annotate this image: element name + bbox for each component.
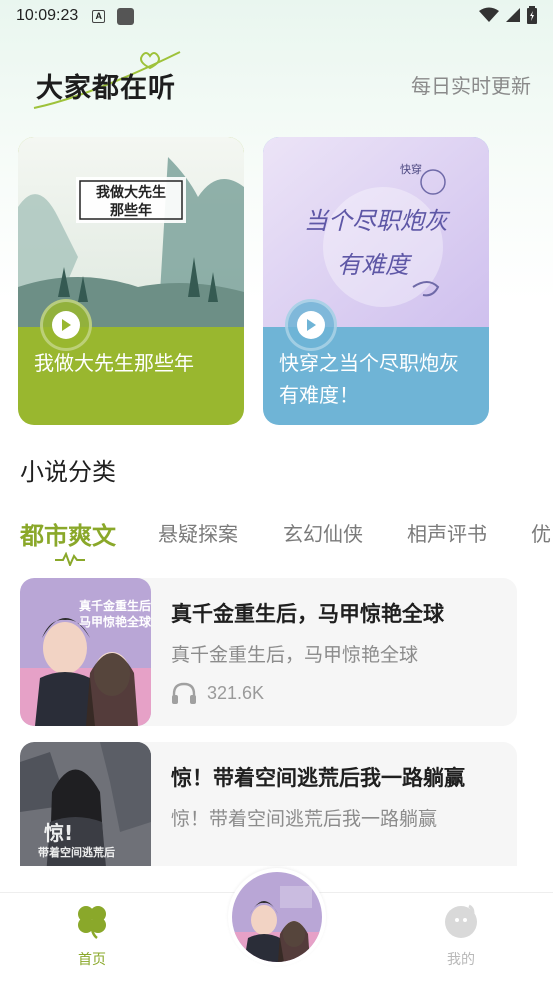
book-cover-line-2: 带着空间逃荒后 [38,845,115,859]
tab-mystery[interactable]: 悬疑探案 [158,518,238,547]
page-title: 大家都在听 [36,73,176,104]
book-description: 真千金重生后，马甲惊艳全球 [171,644,419,666]
book-cover-line-2: 马甲惊艳全球 [79,614,151,629]
clover-icon [78,906,106,939]
battery-icon [527,6,537,24]
status-time: 10:09:23 [16,7,79,24]
book-description: 惊！带着空间逃荒后我一路躺赢 [171,808,438,830]
tab-more[interactable]: 优 [531,518,551,547]
status-bar: 10:09:23 A [0,0,553,32]
play-icon [62,319,71,331]
section-title: 小说分类 [20,458,116,486]
headphones-icon [172,682,196,704]
notification-square-icon [117,7,135,25]
category-tabs: 都市爽文 悬疑探案 玄幻仙侠 相声评书 优 [0,512,553,568]
header: 大家都在听 每日实时更新 [0,40,553,130]
book-cover-image: 惊! 带着空间逃荒后 [20,742,151,866]
card-1-cover-line-2: 那些年 [110,202,152,219]
wifi-icon [479,7,499,22]
now-playing-disc[interactable] [228,868,326,966]
now-playing-cover [232,872,322,962]
update-note: 每日实时更新 [411,74,531,98]
play-count-value: 321.6K [207,682,265,703]
nav-home-label: 首页 [78,952,106,968]
play-count: 321.6K [171,682,264,704]
book-cover-line-1: 真千金重生后 [79,598,151,613]
featured-card-title: 我做大先生那些年 [34,351,194,375]
nav-home[interactable]: 首页 [52,903,132,969]
nav-mine[interactable]: 我的 [421,903,501,969]
book-list-item[interactable]: 真千金重生后 马甲惊艳全球 真千金重生后，马甲惊艳全球 真千金重生后，马甲惊艳全… [20,578,517,726]
featured-card-title: 快穿之当个尽职炮灰有难度！ [279,351,459,407]
card-2-cover-line-1: 当个尽职炮灰 [304,207,451,235]
book-title: 惊！带着空间逃荒后我一路躺赢 [171,766,465,790]
profile-icon [445,904,477,938]
play-button[interactable] [40,299,92,351]
book-cover-image: 真千金重生后 马甲惊艳全球 [20,578,151,726]
play-button[interactable] [285,299,337,351]
keyboard-notification-icon: A [92,9,106,23]
featured-card-2[interactable]: 快穿 当个尽职炮灰 有难度 快穿之当个尽职炮灰有难度！ [263,137,489,425]
book-list-item[interactable]: 惊! 带着空间逃荒后 惊！带着空间逃荒后我一路躺赢 惊！带着空间逃荒后我一路躺赢 [20,742,517,866]
card-cover-image: 我做大先生 那些年 [18,137,244,327]
tab-crosstalk[interactable]: 相声评书 [407,518,487,547]
book-title: 真千金重生后，马甲惊艳全球 [171,602,444,626]
card-1-cover-line-1: 我做大先生 [96,184,166,201]
play-icon [307,319,316,331]
nav-mine-label: 我的 [447,952,475,968]
tab-fantasy[interactable]: 玄幻仙侠 [283,518,363,547]
card-cover-image: 快穿 当个尽职炮灰 有难度 [263,137,489,327]
signal-icon [506,8,520,22]
book-cover-line-1: 惊! [44,821,73,845]
tab-indicator-wave-icon [55,552,85,566]
card-2-cover-badge: 快穿 [400,162,422,176]
tab-urban[interactable]: 都市爽文 [20,516,116,551]
card-2-cover-line-2: 有难度 [337,251,413,279]
featured-card-1[interactable]: 我做大先生 那些年 我做大先生那些年 [18,137,244,425]
